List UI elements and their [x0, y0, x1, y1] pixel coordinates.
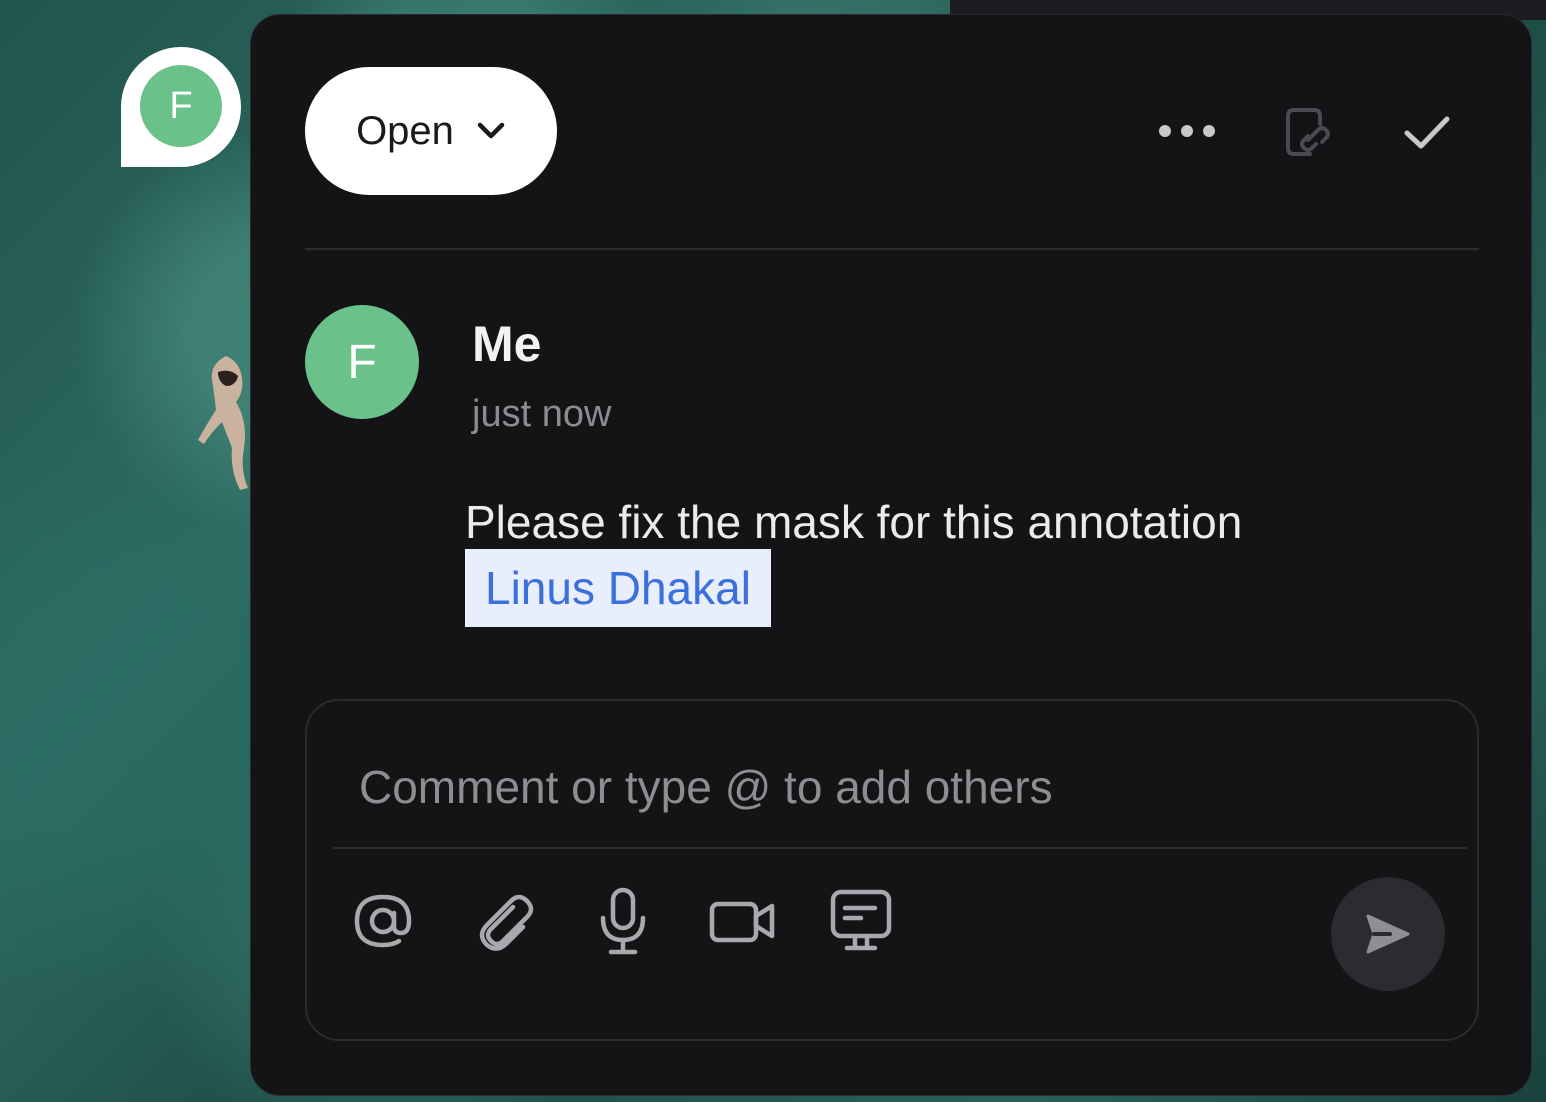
composer-divider — [333, 847, 1467, 849]
comment-timestamp: just now — [472, 393, 612, 435]
more-horizontal-icon[interactable] — [1149, 107, 1225, 155]
comment-input[interactable] — [359, 749, 1419, 825]
mention-icon[interactable] — [345, 883, 421, 959]
send-icon — [1366, 914, 1410, 954]
screen-share-icon[interactable] — [823, 883, 899, 959]
send-button[interactable] — [1331, 877, 1445, 991]
status-label: Open — [356, 108, 454, 153]
copy-link-icon[interactable] — [1275, 99, 1341, 165]
author-name: Me — [472, 316, 542, 372]
comment-thread-panel: Open F Me just now Please fix the mask f… — [250, 14, 1532, 1096]
chevron-down-icon — [477, 122, 505, 139]
check-icon[interactable] — [1397, 103, 1457, 163]
video-camera-icon[interactable] — [705, 883, 781, 959]
header-divider — [305, 248, 1479, 250]
comment-text: Please fix the mask for this annotation — [465, 496, 1243, 548]
swimmer-figure — [198, 356, 248, 490]
pin-avatar: F — [140, 65, 222, 147]
status-dropdown-button[interactable]: Open — [305, 67, 557, 195]
comment-composer — [305, 699, 1479, 1041]
avatar: F — [305, 305, 419, 419]
microphone-icon[interactable] — [585, 883, 661, 959]
attachment-icon[interactable] — [467, 883, 543, 959]
user-mention[interactable]: Linus Dhakal — [465, 549, 771, 627]
comment-pin[interactable]: F — [121, 47, 241, 167]
